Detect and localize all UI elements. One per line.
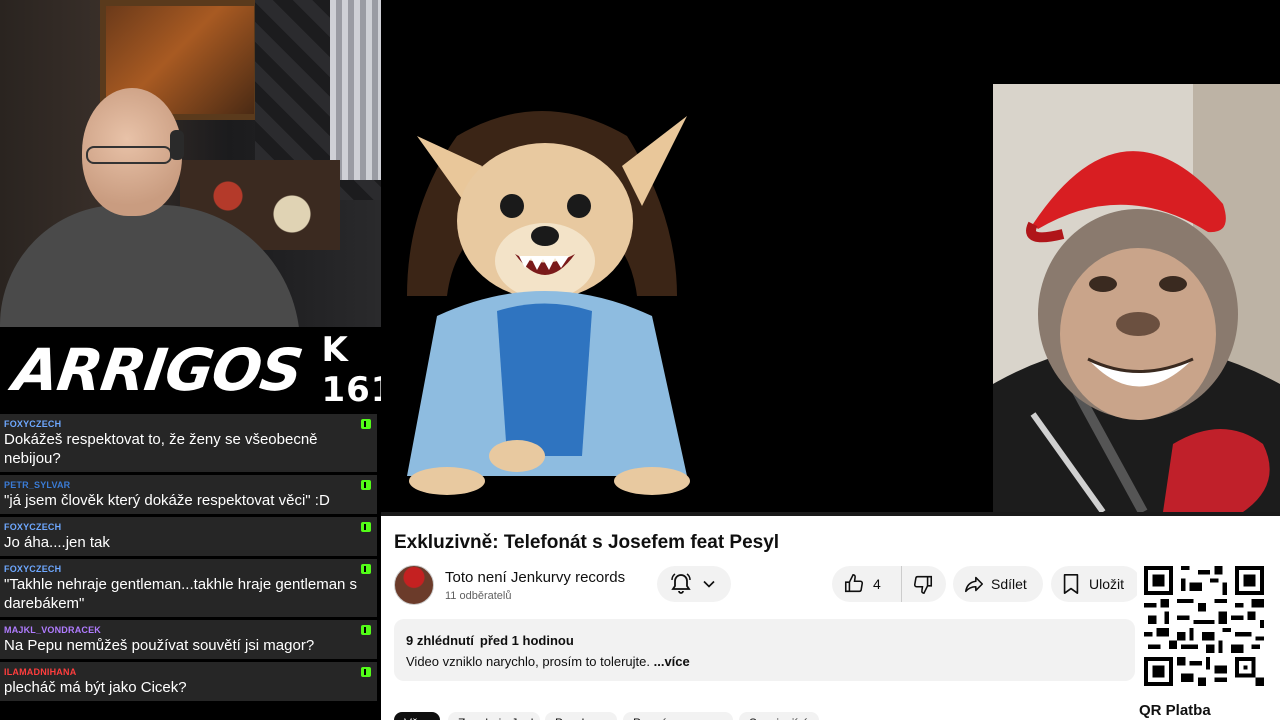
webcam-feed bbox=[0, 0, 381, 327]
like-count: 4 bbox=[873, 576, 881, 592]
bookmark-icon bbox=[1063, 574, 1079, 594]
qr-code[interactable] bbox=[1144, 566, 1264, 686]
description-box[interactable]: 9 zhlédnutí před 1 hodinou Video vzniklo … bbox=[394, 619, 1135, 681]
kick-badge-icon bbox=[361, 419, 371, 429]
subscriber-count: 11 odběratelů bbox=[445, 590, 512, 602]
view-count: 9 zhlédnutí bbox=[406, 633, 474, 648]
share-button[interactable]: Sdílet bbox=[953, 566, 1043, 602]
curtain bbox=[330, 0, 381, 180]
chat-message: FOXYCZECH Jo áha....jen tak bbox=[0, 517, 377, 556]
share-icon bbox=[964, 576, 984, 593]
chat-text: Na Pepu nemůžeš používat souvětí jsi mag… bbox=[4, 637, 315, 654]
bell-icon bbox=[671, 573, 691, 594]
description-text: Video vzniklo narychlo, prosím to toleru… bbox=[406, 654, 1123, 669]
chimpanzee-image bbox=[993, 84, 1280, 512]
chat-message: MAJKL_VONDRACEK Na Pepu nemůžeš používat… bbox=[0, 620, 377, 659]
chat-message: FOXYCZECH "Takhle nehraje gentleman...ta… bbox=[0, 559, 377, 617]
publish-time: před 1 hodinou bbox=[479, 633, 574, 648]
chat-message: ILAMADNIHANA plecháč má být jako Cicek? bbox=[0, 662, 377, 701]
video-details: Exkluzivně: Telefonát s Josefem feat Pes… bbox=[381, 512, 1280, 720]
filter-chip[interactable]: Pro vás bbox=[623, 712, 733, 720]
chevron-down-icon bbox=[703, 580, 715, 588]
filter-chip[interactable]: Související bbox=[739, 712, 819, 720]
qr-label: QR Platba bbox=[1139, 702, 1211, 719]
chat-username: FOXYCZECH bbox=[4, 419, 62, 429]
kick-badge-icon bbox=[361, 522, 371, 532]
video-title: Exkluzivně: Telefonát s Josefem feat Pes… bbox=[394, 532, 780, 553]
kick-badge-icon bbox=[361, 564, 371, 574]
headset-icon bbox=[170, 130, 184, 160]
channel-name[interactable]: Toto není Jenkurvy records bbox=[445, 569, 625, 586]
chat-text: plecháč má být jako Cicek? bbox=[4, 679, 187, 696]
dislike-button[interactable] bbox=[902, 566, 934, 602]
chat-username: ILAMADNIHANA bbox=[4, 667, 77, 677]
filter-chip[interactable]: Pesyl bbox=[545, 712, 617, 720]
like-dislike-group: 4 bbox=[832, 566, 946, 602]
share-label: Sdílet bbox=[991, 576, 1027, 592]
description: Video vzniklo narychlo, prosím to toleru… bbox=[406, 654, 650, 669]
show-more-link[interactable]: ...více bbox=[650, 654, 690, 669]
video-meta: 9 zhlédnutí před 1 hodinou bbox=[406, 633, 1123, 648]
chat-username: FOXYCZECH bbox=[4, 522, 62, 532]
filter-chip[interactable]: Ze zdroje Jenkurvy bbox=[448, 712, 540, 720]
chat-username: PETR_SYLVAR bbox=[4, 480, 71, 490]
thumbs-down-icon bbox=[913, 575, 933, 594]
kick-badge-icon bbox=[361, 480, 371, 490]
channel-avatar[interactable] bbox=[394, 565, 434, 605]
chat-text: "Takhle nehraje gentleman...takhle hraje… bbox=[4, 576, 358, 612]
stream-logo: ARRIGOS K 161 bbox=[0, 327, 394, 412]
chat-message: FOXYCZECH Dokážeš respektovat to, že žen… bbox=[0, 414, 377, 472]
chat-text: "já jsem člověk který dokáže respektovat… bbox=[4, 492, 330, 509]
chat-list: FOXYCZECH Dokážeš respektovat to, že žen… bbox=[0, 412, 381, 720]
chat-text: Dokážeš respektovat to, že ženy se všeob… bbox=[4, 431, 318, 467]
dog-image bbox=[407, 111, 690, 495]
kick-badge-icon bbox=[361, 625, 371, 635]
chat-username: FOXYCZECH bbox=[4, 564, 62, 574]
subscription-bell-button[interactable] bbox=[657, 566, 731, 602]
save-label: Uložit bbox=[1089, 576, 1125, 592]
like-button[interactable]: 4 bbox=[832, 566, 902, 602]
thumbs-up-icon bbox=[844, 574, 864, 593]
kick-badge-icon bbox=[361, 667, 371, 677]
video-player[interactable] bbox=[381, 0, 1280, 512]
chat-text: Jo áha....jen tak bbox=[4, 534, 110, 551]
glasses bbox=[86, 146, 172, 164]
qr-payment: QR Platba bbox=[1137, 516, 1280, 720]
streamer-panel: ARRIGOS K 161 FOXYCZECH Dokážeš respekto… bbox=[0, 0, 394, 720]
save-button[interactable]: Uložit bbox=[1051, 566, 1141, 602]
logo-text: ARRIGOS bbox=[9, 335, 307, 404]
filter-chip[interactable]: Vše bbox=[394, 712, 440, 720]
chat-message: PETR_SYLVAR "já jsem člověk který dokáže… bbox=[0, 475, 377, 514]
chat-username: MAJKL_VONDRACEK bbox=[4, 625, 102, 635]
